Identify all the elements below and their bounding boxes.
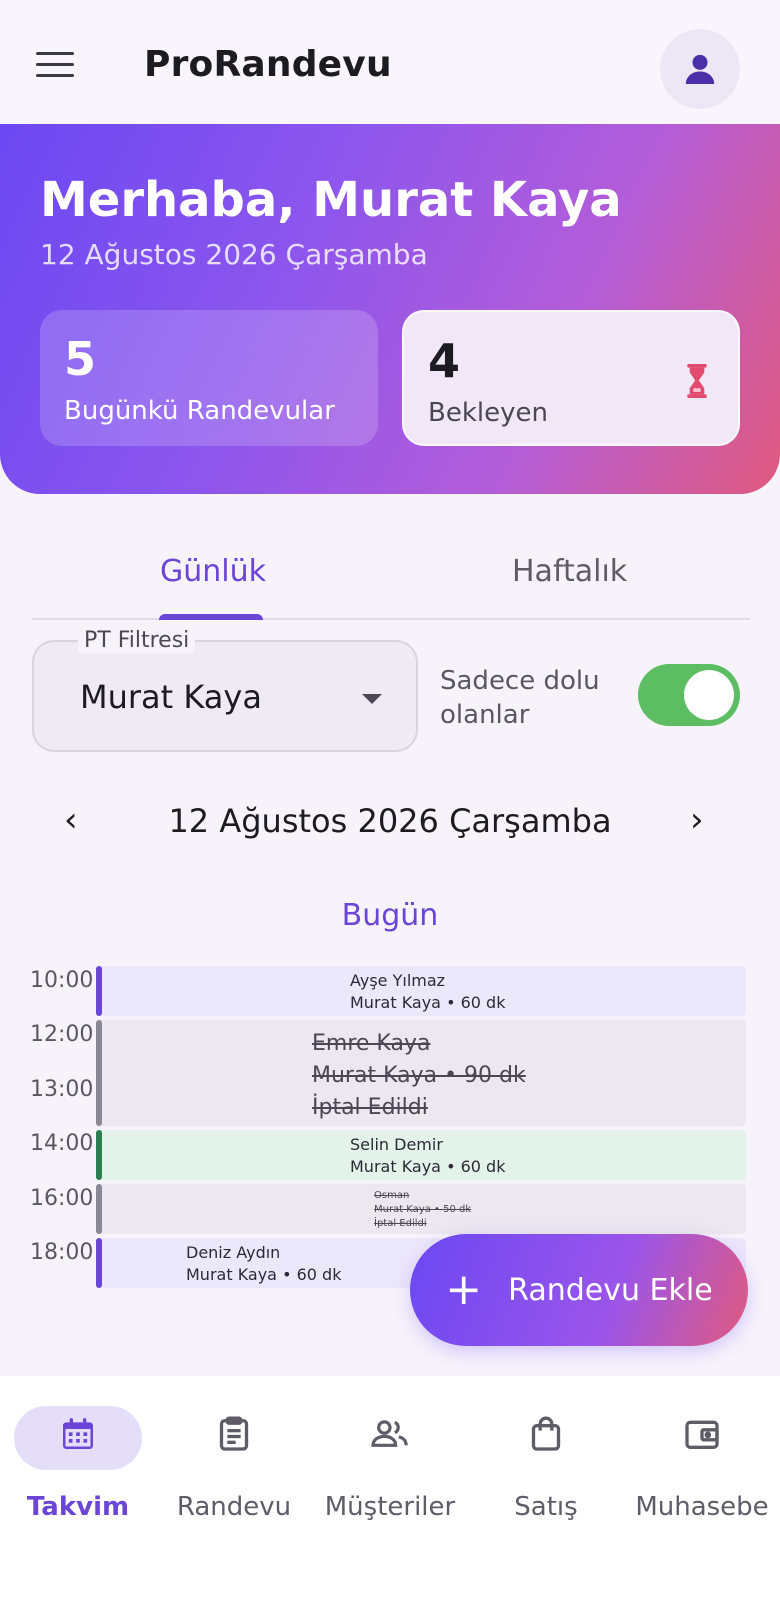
bottom-navigation: Takvim Randevu Müşteriler Satış Muhasebe [0,1376,780,1606]
wallet-icon [685,1420,719,1449]
event-client: Ayşe Yılmaz [350,971,446,990]
event-bar [96,1238,102,1288]
event-detail: Murat Kaya • 60 dk [186,1265,342,1284]
hour-label: 13:00 [30,1077,94,1102]
hour-label: 12:00 [30,1022,94,1047]
greeting-hero: Merhaba, Murat Kaya 12 Ağustos 2026 Çarş… [0,124,780,494]
nav-label: Müşteriler [324,1492,456,1522]
hour-label: 10:00 [30,968,94,993]
appointment-block-cancelled[interactable]: Osman Murat Kaya • 50 dk İptal Edildi [96,1184,746,1234]
today-button[interactable]: Bugün [0,898,780,933]
nav-label: Takvim [26,1492,130,1522]
view-tabs: Günlük Haftalık [32,540,750,620]
add-appointment-label: Randevu Ekle [508,1272,713,1308]
pt-filter-select[interactable]: PT Filtresi Murat Kaya [32,628,418,752]
date-nav-title: 12 Ağustos 2026 Çarşamba [168,802,612,840]
greeting-title: Merhaba, Murat Kaya [40,172,622,228]
event-client: Emre Kaya [312,1031,431,1056]
app-title: ProRandevu [144,44,392,85]
nav-item-satis[interactable]: Satış [468,1376,624,1526]
hour-label: 18:00 [30,1240,94,1265]
only-full-label: Sadece dolu olanlar [440,666,600,730]
appointment-block[interactable]: Ayşe Yılmaz Murat Kaya • 60 dk [96,966,746,1016]
nav-item-takvim[interactable]: Takvim [0,1376,156,1526]
event-client: Deniz Aydın [186,1243,281,1262]
stat-value: 4 [428,334,461,388]
toggle-knob [684,670,734,720]
event-status: İptal Edildi [312,1095,428,1120]
top-app-bar: ProRandevu [0,0,780,124]
caret-down-icon [362,694,382,704]
hour-label: 16:00 [30,1186,94,1211]
event-text: Emre Kaya Murat Kaya • 90 dk İptal Edild… [312,1028,526,1124]
event-bar [96,966,102,1016]
event-text: Osman Murat Kaya • 50 dk İptal Edildi [374,1189,471,1231]
nav-item-randevu[interactable]: Randevu [156,1376,312,1526]
event-text: Deniz Aydın Murat Kaya • 60 dk [186,1242,341,1286]
shopping-bag-icon [531,1416,561,1451]
stat-value: 5 [64,332,97,386]
event-detail: Murat Kaya • 90 dk [312,1063,526,1088]
stat-card-today[interactable]: 5 Bugünkü Randevular [40,310,378,446]
stat-label: Bekleyen [428,398,548,428]
pt-filter-value: Murat Kaya [80,678,262,716]
greeting-date: 12 Ağustos 2026 Çarşamba [40,238,428,271]
event-text: Selin Demir Murat Kaya • 60 dk [350,1134,505,1178]
appointment-block[interactable]: Selin Demir Murat Kaya • 60 dk [96,1130,746,1180]
hourglass-icon [687,364,707,398]
event-detail: Murat Kaya • 60 dk [350,1157,506,1176]
nav-label: Randevu [176,1492,292,1522]
only-full-toggle[interactable] [638,664,740,726]
event-client: Osman [374,1190,410,1201]
nav-label: Satış [514,1492,578,1522]
appointment-block-cancelled[interactable]: Emre Kaya Murat Kaya • 90 dk İptal Edild… [96,1020,746,1126]
menu-icon[interactable] [36,52,74,82]
event-status: İptal Edildi [374,1218,427,1229]
profile-button[interactable] [660,29,740,109]
add-appointment-button[interactable]: + Randevu Ekle [410,1234,748,1346]
event-bar [96,1130,102,1180]
pt-filter-label: PT Filtresi [78,628,196,653]
chevron-right-icon[interactable]: › [690,800,704,840]
event-detail: Murat Kaya • 50 dk [374,1204,472,1215]
event-detail: Murat Kaya • 60 dk [350,993,506,1012]
users-icon [371,1420,408,1447]
nav-item-muhasebe[interactable]: Muhasebe [624,1376,780,1526]
event-client: Selin Demir [350,1135,443,1154]
event-text: Ayşe Yılmaz Murat Kaya • 60 dk [350,970,505,1014]
clipboard-icon [219,1416,249,1451]
tab-indicator [159,614,263,620]
tab-weekly[interactable]: Haftalık [512,554,627,589]
stat-card-pending[interactable]: 4 Bekleyen [402,310,740,446]
hour-label: 14:00 [30,1131,94,1156]
event-bar [96,1020,102,1126]
tab-daily[interactable]: Günlük [160,554,266,589]
nav-item-musteriler[interactable]: Müşteriler [312,1376,468,1526]
stat-label: Bugünkü Randevular [64,396,335,426]
event-bar [96,1184,102,1234]
plus-icon: + [445,1264,483,1315]
calendar-icon [63,1418,93,1449]
user-icon [685,54,715,84]
nav-label: Muhasebe [635,1492,769,1522]
